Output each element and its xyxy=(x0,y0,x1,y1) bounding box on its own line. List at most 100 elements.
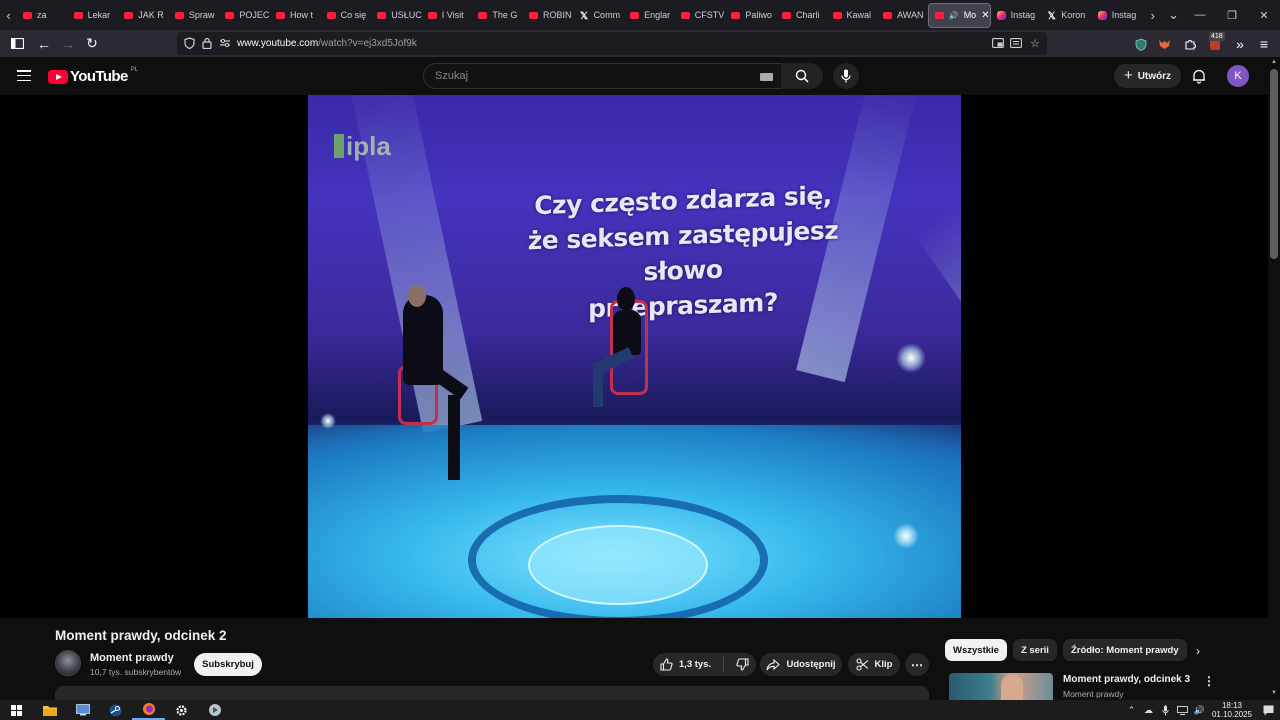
browser-tab[interactable]: The G xyxy=(472,2,523,28)
x-favicon-icon: 𝕏 xyxy=(580,10,589,22)
extension-badge-icon[interactable]: 418 xyxy=(1203,31,1229,55)
microphone-tray-icon[interactable] xyxy=(1157,700,1174,720)
taskbar-clock[interactable]: 18:13 01.10.2025 xyxy=(1208,701,1256,719)
like-button[interactable]: 1,3 tys. xyxy=(660,658,711,671)
steam-icon[interactable] xyxy=(99,700,132,720)
browser-tab[interactable]: Englar xyxy=(624,2,675,28)
browser-tab[interactable]: Co się xyxy=(321,2,372,28)
app-menu-icon[interactable]: ≡ xyxy=(1252,32,1276,56)
forward-icon[interactable]: → xyxy=(56,32,80,56)
settings-gear-icon[interactable] xyxy=(165,700,198,720)
firefox-icon[interactable] xyxy=(132,700,165,720)
scroll-up-icon[interactable]: ▲ xyxy=(1270,59,1278,65)
lock-icon[interactable] xyxy=(200,36,214,50)
browser-tab[interactable]: Spraw xyxy=(169,2,220,28)
browser-tab[interactable]: Paliwo xyxy=(725,2,776,28)
browser-tab[interactable]: za xyxy=(17,2,68,28)
search-button[interactable] xyxy=(781,63,823,89)
restore-window-icon[interactable]: ❐ xyxy=(1216,0,1248,30)
chip-all[interactable]: Wszystkie xyxy=(945,639,1007,661)
tab-label: Paliwo xyxy=(745,10,772,20)
file-explorer-icon[interactable] xyxy=(33,700,66,720)
x-favicon-icon: 𝕏 xyxy=(1047,10,1056,22)
recommendation-thumbnail[interactable] xyxy=(949,673,1053,700)
scroll-down-icon[interactable]: ▼ xyxy=(1270,690,1278,696)
clock-date: 01.10.2025 xyxy=(1211,710,1253,719)
guide-menu-icon[interactable] xyxy=(17,70,31,81)
bookmark-star-icon[interactable]: ☆ xyxy=(1028,36,1042,50)
keyboard-icon[interactable] xyxy=(760,73,773,81)
extensions-puzzle-icon[interactable] xyxy=(1178,32,1202,56)
extension-fox-icon[interactable] xyxy=(1152,32,1176,56)
browser-tab[interactable]: POJEC xyxy=(219,2,270,28)
browser-tab[interactable]: JAK R xyxy=(118,2,169,28)
browser-tab[interactable]: Instag xyxy=(991,2,1042,28)
account-avatar[interactable]: K xyxy=(1227,65,1249,87)
thumbs-down-icon xyxy=(736,658,749,671)
speaker-icon[interactable]: 🔊 xyxy=(949,11,959,20)
browser-tab[interactable]: How t xyxy=(270,2,321,28)
youtube-favicon-icon xyxy=(23,11,33,19)
network-icon[interactable] xyxy=(1174,700,1191,720)
tray-overflow-icon[interactable]: ⌃ xyxy=(1123,700,1140,720)
more-actions-icon[interactable]: ⋯ xyxy=(905,653,929,676)
video-player[interactable]: ipla Czy często zdarza się, że seksem za… xyxy=(0,95,1268,618)
create-button[interactable]: + Utwórz xyxy=(1114,64,1181,88)
overflow-menu-icon[interactable]: » xyxy=(1228,32,1252,56)
browser-tab[interactable]: Kawal xyxy=(827,2,878,28)
chips-next-icon[interactable]: › xyxy=(1190,643,1206,659)
extension-shield-icon[interactable] xyxy=(1129,32,1153,56)
description-box[interactable] xyxy=(55,686,929,700)
notification-center-icon[interactable] xyxy=(1256,705,1280,716)
tracking-protection-icon[interactable] xyxy=(182,36,196,50)
minimize-window-icon[interactable]: — xyxy=(1184,0,1216,30)
video-frame[interactable]: ipla Czy często zdarza się, że seksem za… xyxy=(308,95,961,618)
chip-series[interactable]: Z serii xyxy=(1012,639,1057,661)
youtube-favicon-icon xyxy=(934,11,944,19)
notifications-bell-icon[interactable] xyxy=(1191,68,1207,84)
back-icon[interactable]: ← xyxy=(32,32,56,56)
chip-source[interactable]: Źródło: Moment prawdy xyxy=(1062,639,1187,661)
media-player-icon[interactable] xyxy=(198,700,231,720)
dislike-button[interactable] xyxy=(736,658,749,671)
channel-avatar[interactable] xyxy=(55,650,81,676)
host-head xyxy=(408,285,426,307)
clip-button[interactable]: Klip xyxy=(848,653,900,676)
browser-tab[interactable]: AWAN xyxy=(877,2,928,28)
permissions-icon[interactable] xyxy=(218,36,232,50)
reload-icon[interactable]: ↻ xyxy=(80,32,104,56)
browser-tab[interactable]: USŁUC xyxy=(371,2,422,28)
browser-tab[interactable]: Charli xyxy=(776,2,827,28)
page-scrollbar[interactable]: ▲ ▼ xyxy=(1268,57,1280,700)
tab-close-icon[interactable]: ✕ xyxy=(981,10,989,21)
browser-tab[interactable]: ROBIN xyxy=(523,2,574,28)
sidebar-toggle-icon[interactable] xyxy=(5,32,29,56)
windows-start-icon[interactable] xyxy=(0,700,33,720)
tab-scroll-right-icon[interactable]: › xyxy=(1142,0,1163,30)
tab-scroll-left-icon[interactable]: ‹ xyxy=(0,0,17,30)
youtube-logo[interactable]: YouTube PL xyxy=(48,67,138,85)
browser-tab[interactable]: 𝕏 Koron xyxy=(1041,2,1092,28)
onedrive-cloud-icon[interactable]: ☁ xyxy=(1140,700,1157,720)
url-bar[interactable]: www.youtube.com/watch?v=ej3xd5Jof9k ☆ xyxy=(177,32,1047,55)
recommendation-menu-icon[interactable]: ⋮ xyxy=(1203,674,1215,688)
volume-icon[interactable]: 🔊 xyxy=(1191,700,1208,720)
browser-tab[interactable]: I Visit xyxy=(422,2,473,28)
browser-tab[interactable]: Instag xyxy=(1092,2,1143,28)
recommendation-title[interactable]: Moment prawdy, odcinek 3 xyxy=(1063,674,1190,685)
voice-search-button[interactable] xyxy=(833,63,859,89)
picture-in-picture-icon[interactable] xyxy=(991,36,1005,50)
browser-tab[interactable]: 𝕏 Comm xyxy=(574,2,625,28)
tab-active[interactable]: 🔊 Mo ✕ xyxy=(927,2,991,28)
browser-tab[interactable]: Lekar xyxy=(68,2,119,28)
subscribe-button[interactable]: Subskrybuj xyxy=(194,653,262,676)
close-window-icon[interactable]: ✕ xyxy=(1248,0,1280,30)
reader-view-icon[interactable] xyxy=(1009,36,1023,50)
tab-list-all-icon[interactable]: ⌄ xyxy=(1163,0,1184,30)
scrollbar-thumb[interactable] xyxy=(1270,69,1278,259)
channel-name[interactable]: Moment prawdy xyxy=(90,652,174,664)
browser-tab[interactable]: CFSTV xyxy=(675,2,726,28)
search-input[interactable]: Szukaj xyxy=(423,63,786,89)
remote-desktop-icon[interactable] xyxy=(66,700,99,720)
share-button[interactable]: Udostępnij xyxy=(760,653,842,676)
